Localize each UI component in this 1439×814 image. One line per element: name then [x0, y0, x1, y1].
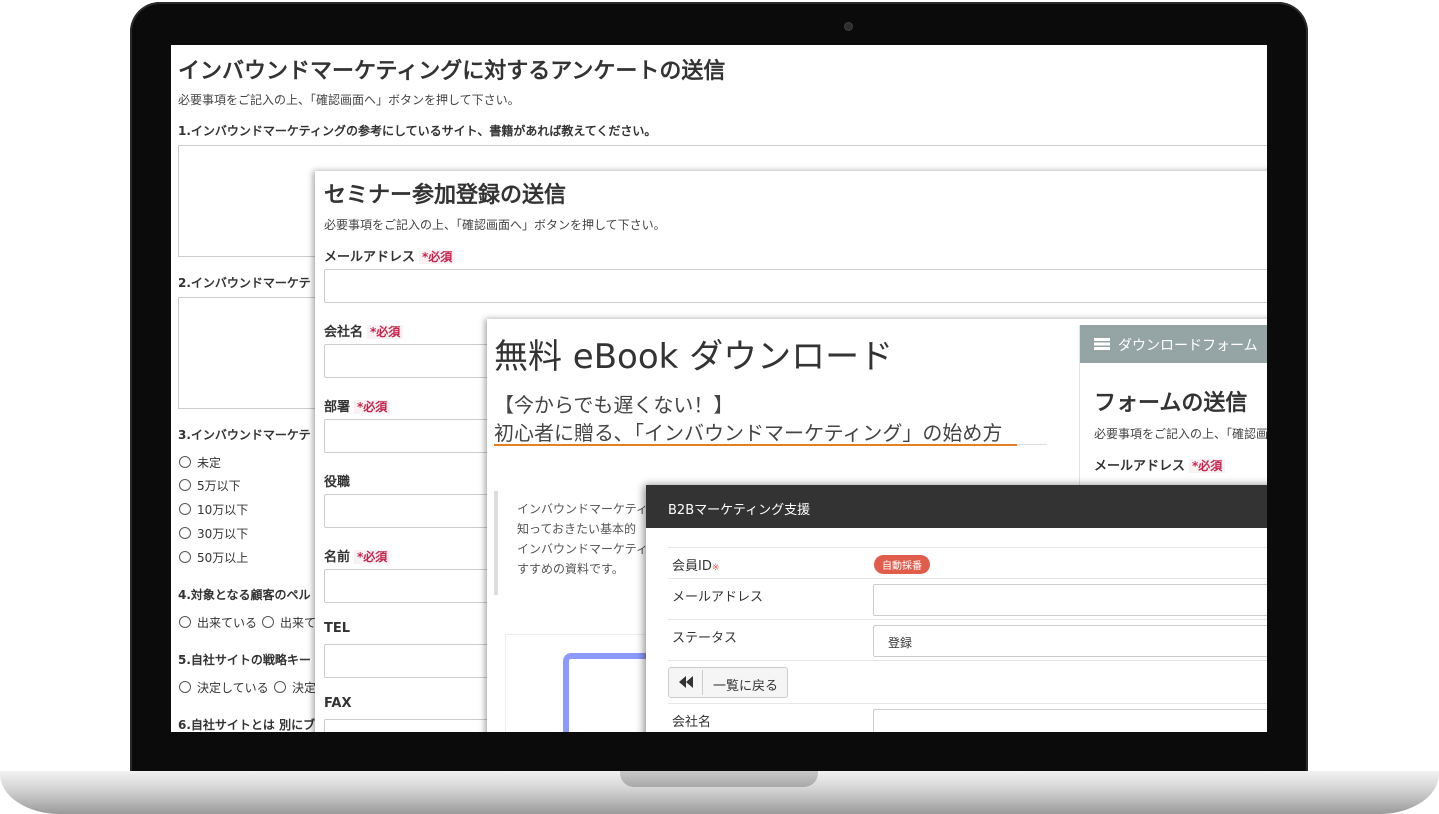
radio-icon [262, 616, 274, 628]
quote-bar [494, 491, 498, 595]
persona-option[interactable]: 出来ている [179, 614, 257, 631]
required-badge: *必須 [354, 400, 391, 414]
radio-icon [179, 527, 191, 539]
screen: インバウンドマーケティングに対するアンケートの送信 必要事項をご記入の上、「確認… [171, 45, 1267, 732]
survey-subtitle: 必要事項をご記入の上、「確認画面へ」ボタンを押して下さい。 [178, 93, 520, 107]
form-submit-title: フォームの送信 [1094, 391, 1248, 416]
keyword-option[interactable]: 決定している [179, 679, 269, 696]
status-select[interactable]: 登録 [873, 625, 1267, 657]
b2b-app-title: B2Bマーケティング支援 [668, 503, 811, 518]
status-value: 登録 [888, 636, 913, 650]
download-form-title: ダウンロードフォーム [1118, 338, 1258, 354]
budget-option[interactable]: 50万以上 [179, 549, 248, 566]
radio-icon [179, 551, 191, 563]
form-subtitle: 必要事項をご記入の上、「確認画 [1094, 427, 1267, 441]
row-divider [668, 578, 1267, 579]
title-underline [494, 444, 1017, 446]
ebook-tagline: 【今からでも遅くない！】 [494, 393, 734, 417]
seminar-subtitle: 必要事項をご記入の上、「確認画面へ」ボタンを押して下さい。 [324, 218, 666, 232]
button-divider [702, 670, 703, 695]
survey-title: インバウンドマーケティングに対するアンケートの送信 [178, 59, 726, 84]
row-divider [668, 547, 1267, 548]
ebook-description: インバウンドマーケティ 知っておきたい基本的 インバウンドマーケティ すすめの資… [517, 502, 649, 576]
name-label: 名前 *必須 [324, 546, 391, 565]
budget-option[interactable]: 5万以下 [179, 477, 241, 494]
department-label: 部署 *必須 [324, 396, 391, 415]
ebook-heading: 無料 eBook ダウンロード [494, 337, 894, 377]
sidebar-email-label: メールアドレス *必須 [1094, 455, 1226, 474]
budget-option[interactable]: 30万以下 [179, 525, 248, 542]
survey-q3: 3.インバウンドマーケテ [178, 428, 311, 442]
persona-option[interactable]: 出来て [262, 614, 316, 631]
form-icon [1094, 338, 1110, 350]
radio-icon [274, 681, 286, 693]
position-label: 役職 [324, 475, 351, 490]
b2b-company-field[interactable] [873, 709, 1267, 732]
survey-q4: 4.対象となる顧客のペル [178, 588, 311, 602]
survey-q2: 2.インバウンドマーケテ [178, 276, 311, 290]
b2b-email-label: メールアドレス [672, 590, 764, 605]
row-divider [668, 660, 1267, 661]
radio-icon [179, 456, 191, 468]
required-badge: *必須 [1189, 459, 1226, 473]
row-divider [668, 619, 1267, 620]
b2b-header: B2Bマーケティング支援 [646, 485, 1267, 528]
fax-label: FAX [324, 696, 352, 711]
email-label: メールアドレス *必須 [324, 246, 456, 265]
ebook-title: 初心者に贈る､「インバウンドマーケティング」の始め方 [494, 421, 1003, 445]
tel-label: TEL [324, 621, 351, 636]
download-form-header: ダウンロードフォーム [1080, 325, 1267, 363]
back-to-list-button[interactable]: 一覧に戻る [668, 667, 788, 698]
budget-option[interactable]: 未定 [179, 454, 221, 471]
camera-icon [844, 22, 853, 31]
member-id-label: 会員ID※ [672, 559, 720, 574]
survey-q6: 6.自社サイトとは 別にブ [178, 718, 316, 732]
laptop-notch [620, 771, 818, 787]
rewind-icon [679, 676, 693, 692]
email-field[interactable] [324, 269, 1267, 303]
company-label: 会社名 *必須 [324, 321, 404, 340]
row-divider [668, 703, 1267, 704]
b2b-email-field[interactable] [873, 584, 1267, 616]
auto-number-badge: 自動採番 [874, 555, 930, 574]
radio-icon [179, 616, 191, 628]
radio-icon [179, 479, 191, 491]
b2b-company-label: 会社名 [672, 715, 712, 730]
survey-q1: 1.インバウンドマーケティングの参考にしているサイト、書籍があれば教えてください… [178, 124, 657, 138]
seminar-title: セミナー参加登録の送信 [324, 183, 567, 208]
divider [1017, 444, 1047, 445]
b2b-window: B2Bマーケティング支援 会員ID※ 自動採番 メールアドレス ステータス 登録… [646, 485, 1267, 732]
status-label: ステータス [672, 631, 738, 646]
required-badge: *必須 [354, 550, 391, 564]
radio-icon [179, 681, 191, 693]
required-badge: *必須 [367, 325, 404, 339]
back-button-label: 一覧に戻る [713, 679, 779, 694]
required-badge: *必須 [419, 250, 456, 264]
budget-option[interactable]: 10万以下 [179, 501, 248, 518]
keyword-option[interactable]: 決定 [274, 679, 316, 696]
radio-icon [179, 503, 191, 515]
survey-q5: 5.自社サイトの戦略キー [178, 653, 311, 667]
